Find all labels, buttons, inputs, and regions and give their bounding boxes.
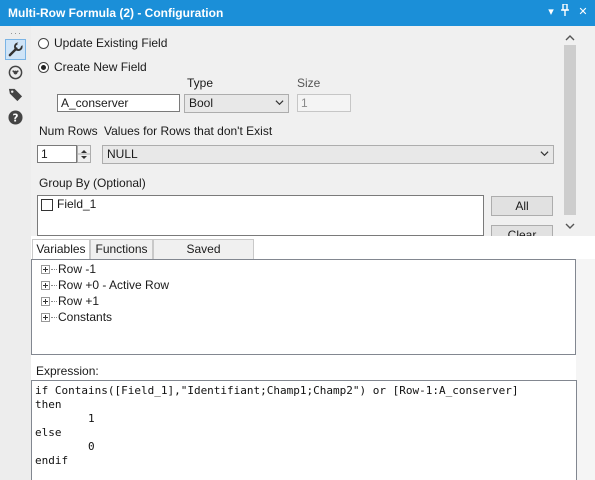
num-rows-label: Num Rows: [39, 124, 98, 138]
help-icon[interactable]: ?: [5, 107, 26, 128]
group-by-list: Field_1: [37, 195, 484, 236]
expression-label: Expression:: [36, 364, 99, 378]
expand-icon[interactable]: [41, 313, 50, 322]
tree-item-label: Row -1: [58, 262, 97, 276]
pin-icon[interactable]: [558, 3, 572, 21]
tag-icon[interactable]: [5, 84, 26, 105]
wrench-icon[interactable]: [5, 39, 26, 60]
scroll-down-icon[interactable]: [562, 220, 578, 232]
tab-variables[interactable]: Variables: [32, 239, 90, 260]
clear-button-clip: Clear: [491, 225, 553, 236]
nonexist-select-value: NULL: [107, 147, 138, 161]
tree-item-label: Row +1: [58, 294, 100, 308]
gear-circle-icon[interactable]: [5, 62, 26, 83]
nonexist-select[interactable]: NULL: [102, 145, 554, 164]
tab-saved-expressions[interactable]: Saved Expressions: [153, 239, 254, 274]
config-scrollbar[interactable]: [562, 30, 578, 235]
expand-icon[interactable]: [41, 297, 50, 306]
update-existing-radio[interactable]: [38, 38, 49, 49]
expression-editor[interactable]: if Contains([Field_1],"Identifiant;Champ…: [31, 380, 577, 480]
scrollbar-thumb[interactable]: [564, 45, 576, 215]
num-rows-input[interactable]: 1: [37, 145, 77, 163]
variables-tree: Row -1 Row +0 - Active Row Row +1 Consta…: [31, 259, 576, 355]
scroll-up-icon[interactable]: [562, 32, 578, 44]
type-label: Type: [187, 76, 214, 90]
title-bar: Multi-Row Formula (2) - Configuration ▾ …: [0, 0, 595, 26]
group-by-label: Group By (Optional): [39, 176, 146, 190]
group-by-field-label[interactable]: Field_1: [57, 197, 96, 211]
type-select-value: Bool: [189, 96, 214, 110]
close-icon[interactable]: ✕: [576, 4, 590, 20]
all-button[interactable]: All: [491, 196, 553, 216]
field-1-checkbox[interactable]: [41, 199, 53, 211]
left-toolbar: ··· ?: [0, 26, 31, 480]
tree-item-label: Constants: [58, 310, 113, 324]
expression-tabs: Variables Functions Saved Expressions: [31, 239, 595, 274]
expand-icon[interactable]: [41, 281, 50, 290]
svg-text:?: ?: [13, 112, 19, 124]
expression-text[interactable]: if Contains([Field_1],"Identifiant;Champ…: [32, 381, 576, 471]
expand-icon[interactable]: [41, 265, 50, 274]
tab-functions[interactable]: Functions: [90, 239, 153, 259]
tree-item-label: Row +0 - Active Row: [58, 278, 170, 292]
chevron-down-icon: [540, 151, 549, 157]
type-select[interactable]: Bool: [184, 94, 289, 113]
update-existing-label[interactable]: Update Existing Field: [54, 36, 167, 50]
grip-icon: ···: [10, 28, 22, 38]
size-input: 1: [297, 94, 351, 112]
size-label: Size: [297, 76, 321, 90]
clear-button[interactable]: Clear: [491, 225, 553, 236]
chevron-down-icon: [275, 100, 284, 106]
panel-menu-icon[interactable]: ▾: [544, 4, 558, 20]
create-new-radio[interactable]: [38, 62, 49, 73]
nonexist-label: Values for Rows that don't Exist: [104, 124, 273, 138]
field-name-input[interactable]: A_conserver: [57, 94, 180, 112]
window-title: Multi-Row Formula (2) - Configuration: [8, 6, 224, 20]
create-new-label[interactable]: Create New Field: [54, 60, 147, 74]
num-rows-stepper[interactable]: [77, 145, 91, 163]
panel-scrollbar[interactable]: [576, 259, 595, 480]
